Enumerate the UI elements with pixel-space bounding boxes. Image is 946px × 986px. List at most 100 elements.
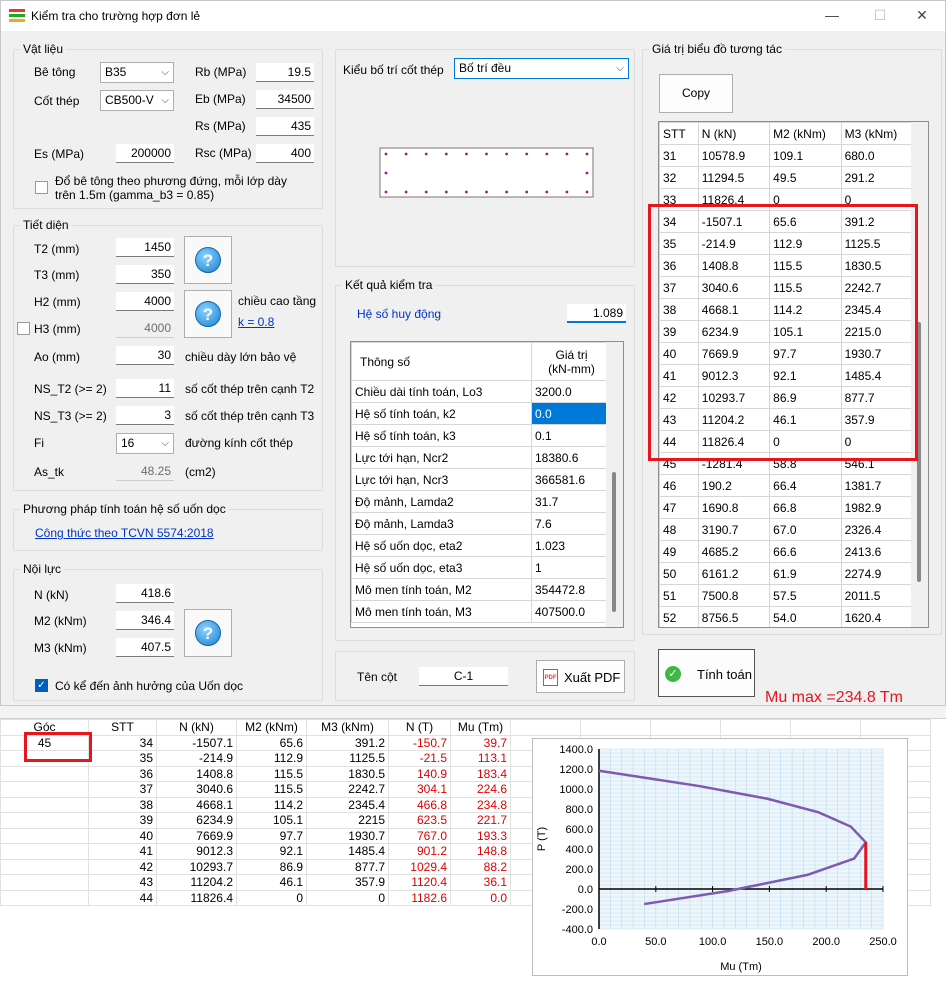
sheet-cell[interactable]: 466.8 [388, 796, 451, 813]
table-row[interactable]: Lực tới hạn, Ncr2 18380.6 [351, 446, 609, 469]
eb-input[interactable]: 34500 [256, 90, 314, 109]
sheet-cell[interactable]: 39.7 [450, 734, 511, 751]
sheet-cell[interactable]: 114.2 [236, 796, 307, 813]
table-row[interactable]: Chiều dài tính toán, Lo3 3200.0 [351, 380, 609, 403]
sheet-cell[interactable]: 115.5 [236, 765, 307, 782]
table-row[interactable]: 47 1690.8 66.8 1982.9 [659, 496, 914, 519]
k-factor-link[interactable]: k = 0.8 [238, 315, 274, 329]
sheet-cell[interactable]: 2345.4 [306, 796, 389, 813]
sheet-cell[interactable]: 2215 [306, 812, 389, 829]
sheet-cell[interactable]: 41 [88, 843, 157, 860]
section-help-button[interactable]: ? [184, 236, 232, 284]
concrete-select[interactable]: B35 ⌵ [100, 62, 174, 83]
sheet-cell[interactable]: 92.1 [236, 843, 307, 860]
sheet-cell[interactable]: 304.1 [388, 781, 451, 798]
sheet-cell[interactable]: 37 [88, 781, 157, 798]
table-row[interactable]: Hệ số uốn dọc, eta3 1 [351, 556, 609, 579]
sheet-header-cell[interactable]: M3 (kNm) [306, 719, 389, 736]
maximize-button[interactable]: ☐ [857, 5, 903, 27]
sheet-header-cell[interactable]: STT [88, 719, 157, 736]
sheet-cell[interactable] [0, 874, 89, 891]
sheet-cell[interactable]: 0 [306, 889, 389, 906]
m3-input[interactable]: 407.5 [116, 638, 174, 657]
sheet-cell[interactable]: 221.7 [450, 812, 511, 829]
h2-input[interactable]: 4000 [116, 292, 174, 311]
n-input[interactable]: 418.6 [116, 584, 174, 603]
column-header[interactable]: M3 (kNm) [840, 122, 914, 145]
sheet-cell[interactable]: 115.5 [236, 781, 307, 798]
sheet-cell[interactable]: -214.9 [156, 750, 237, 767]
sheet-header-cell[interactable]: N (T) [388, 719, 451, 736]
sheet-header-cell[interactable]: N (kN) [156, 719, 237, 736]
table-row[interactable]: Mô men tính toán, M3 407500.0 [351, 600, 609, 623]
param-value[interactable]: 1.023 [531, 534, 609, 557]
h3-checkbox[interactable] [17, 322, 30, 335]
column-header[interactable]: M2 (kNm) [769, 122, 842, 145]
param-value[interactable]: 366581.6 [531, 468, 609, 491]
sheet-cell[interactable]: 183.4 [450, 765, 511, 782]
table-row[interactable]: Hệ số tính toán, k3 0.1 [351, 424, 609, 447]
table-row[interactable]: Lực tới hạn, Ncr3 366581.6 [351, 468, 609, 491]
sheet-cell[interactable]: 39 [88, 812, 157, 829]
sheet-cell[interactable] [0, 796, 89, 813]
sheet-header-cell[interactable] [580, 719, 651, 736]
sheet-cell[interactable] [0, 781, 89, 798]
sheet-cell[interactable]: 1125.5 [306, 750, 389, 767]
sheet-cell[interactable]: -21.5 [388, 750, 451, 767]
sheet-cell[interactable]: 140.9 [388, 765, 451, 782]
export-pdf-button[interactable]: PDF Xuất PDF [536, 660, 625, 693]
table-row[interactable]: Hệ số uốn dọc, eta2 1.023 [351, 534, 609, 557]
param-value[interactable]: 1 [531, 556, 609, 579]
param-value[interactable]: 407500.0 [531, 600, 609, 623]
sheet-cell[interactable]: 1930.7 [306, 827, 389, 844]
sheet-cell[interactable]: 391.2 [306, 734, 389, 751]
sheet-cell[interactable]: 36.1 [450, 874, 511, 891]
sheet-cell[interactable]: 88.2 [450, 858, 511, 875]
sheet-cell[interactable]: 1029.4 [388, 858, 451, 875]
sheet-cell[interactable]: 86.9 [236, 858, 307, 875]
es-input[interactable]: 200000 [116, 144, 174, 163]
sheet-cell[interactable]: 2242.7 [306, 781, 389, 798]
sheet-cell[interactable]: 97.7 [236, 827, 307, 844]
close-button[interactable]: ✕ [899, 5, 945, 27]
sheet-header-cell[interactable]: Mu (Tm) [450, 719, 511, 736]
sheet-cell[interactable]: 40 [88, 827, 157, 844]
sheet-cell[interactable]: 623.5 [388, 812, 451, 829]
table-row[interactable]: 52 8756.5 54.0 1620.4 [659, 606, 914, 627]
sheet-cell[interactable]: 193.3 [450, 827, 511, 844]
table-row[interactable]: Hệ số tính toán, k2 0.0 [351, 402, 609, 425]
sheet-cell[interactable]: 43 [88, 874, 157, 891]
ns-t2-input[interactable]: 11 [116, 379, 174, 398]
sheet-cell[interactable] [0, 843, 89, 860]
table-row[interactable]: 50 6161.2 61.9 2274.9 [659, 562, 914, 585]
sheet-cell[interactable]: 4668.1 [156, 796, 237, 813]
sheet-header-cell[interactable] [650, 719, 721, 736]
param-value[interactable]: 0.0 [531, 402, 609, 425]
sheet-cell[interactable] [0, 765, 89, 782]
table-row[interactable]: 46 190.2 66.4 1381.7 [659, 474, 914, 497]
sheet-header-cell[interactable]: M2 (kNm) [236, 719, 307, 736]
ns-t3-input[interactable]: 3 [116, 406, 174, 425]
layout-select[interactable]: Bố trí đều ⌵ [454, 58, 629, 79]
forces-help-button[interactable]: ? [184, 609, 232, 657]
sheet-cell[interactable]: 1408.8 [156, 765, 237, 782]
table-row[interactable]: 31 10578.9 109.1 680.0 [659, 144, 914, 167]
sheet-cell[interactable]: 42 [88, 858, 157, 875]
height-help-button[interactable]: ? [184, 290, 232, 338]
sheet-cell[interactable] [0, 812, 89, 829]
sheet-cell[interactable]: 234.8 [450, 796, 511, 813]
param-value[interactable]: 0.1 [531, 424, 609, 447]
sheet-cell[interactable]: 113.1 [450, 750, 511, 767]
table-row[interactable]: 32 11294.5 49.5 291.2 [659, 166, 914, 189]
sheet-cell[interactable]: 44 [88, 889, 157, 906]
gamma-checkbox[interactable] [35, 181, 48, 194]
sheet-cell[interactable]: 1830.5 [306, 765, 389, 782]
sheet-cell[interactable]: 46.1 [236, 874, 307, 891]
m2-input[interactable]: 346.4 [116, 611, 174, 630]
table-row[interactable]: 51 7500.8 57.5 2011.5 [659, 584, 914, 607]
minimize-button[interactable]: — [809, 5, 855, 27]
copy-button[interactable]: Copy [659, 74, 733, 113]
factor-value[interactable]: 1.089 [567, 304, 626, 323]
sheet-cell[interactable]: 901.2 [388, 843, 451, 860]
sheet-header-cell[interactable] [720, 719, 791, 736]
